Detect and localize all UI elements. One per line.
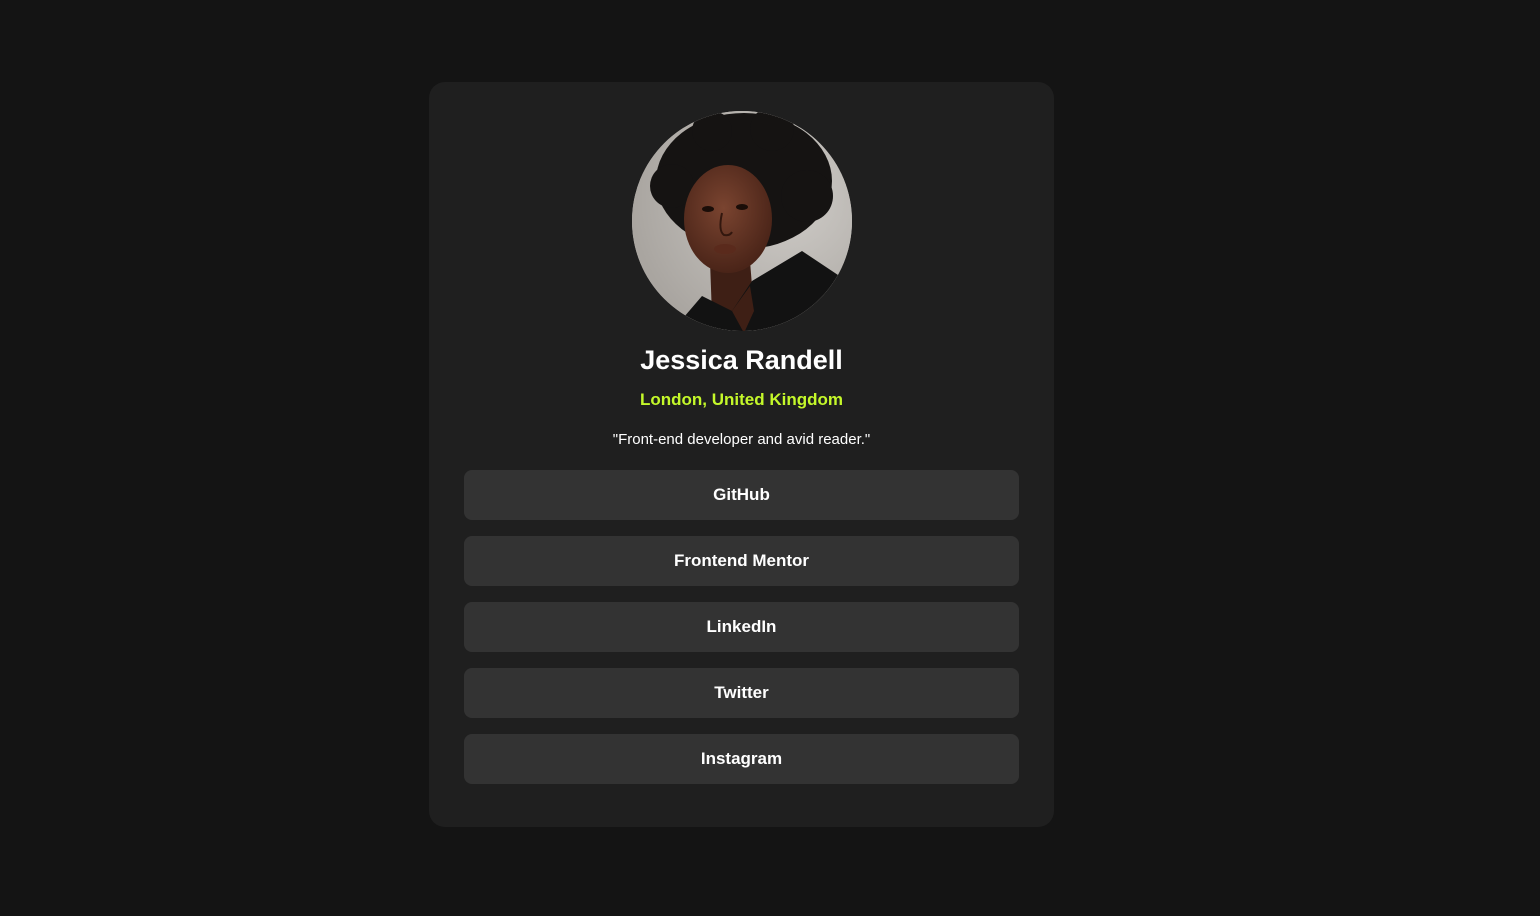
avatar	[631, 111, 852, 331]
github-link-button[interactable]: GitHub	[464, 470, 1019, 520]
instagram-link-button[interactable]: Instagram	[464, 734, 1019, 784]
profile-location: London, United Kingdom	[639, 390, 843, 409]
profile-card: Jessica Randell London, United Kingdom "…	[429, 82, 1054, 827]
social-links: GitHub Frontend Mentor LinkedIn Twitter …	[464, 470, 1019, 784]
profile-name: Jessica Randell	[640, 345, 843, 375]
linkedin-link-button[interactable]: LinkedIn	[464, 602, 1019, 652]
profile-bio: "Front-end developer and avid reader."	[612, 431, 871, 448]
twitter-link-button[interactable]: Twitter	[464, 668, 1019, 718]
frontend-mentor-link-button[interactable]: Frontend Mentor	[464, 536, 1019, 586]
avatar-portrait-image	[631, 111, 852, 331]
